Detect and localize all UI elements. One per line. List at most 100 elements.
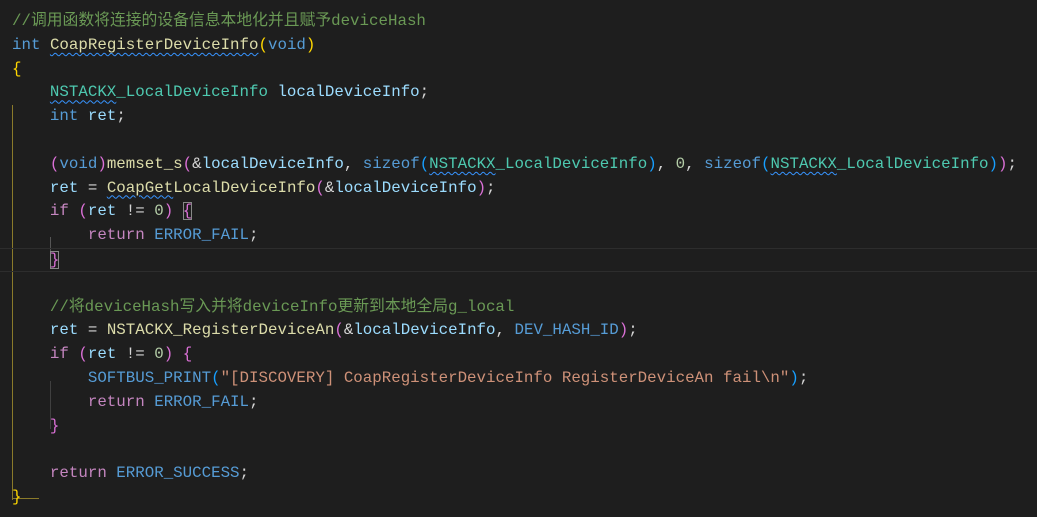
code-token: NSTACKX xyxy=(49,83,117,102)
code-line[interactable]: if (ret != 0) { xyxy=(0,343,1037,367)
code-token: memset_s xyxy=(106,154,183,173)
code-token: _LocalDeviceInfo xyxy=(495,154,648,173)
code-token: ERROR_FAIL xyxy=(154,392,250,411)
code-line[interactable]: int CoapRegisterDeviceInfo(void) xyxy=(0,34,1037,58)
code-token: } xyxy=(49,250,60,269)
code-token: _LocalDeviceInfo xyxy=(116,83,268,102)
code-token: ret xyxy=(87,345,117,364)
code-line[interactable]: { xyxy=(0,58,1037,82)
code-token: } xyxy=(12,487,22,506)
code-token: , xyxy=(343,154,363,173)
code-token: int xyxy=(49,107,79,126)
code-token: ( xyxy=(334,321,344,340)
code-token: void xyxy=(59,154,98,173)
code-token: localDeviceInfo xyxy=(201,154,344,173)
code-token: ERROR_FAIL xyxy=(154,226,250,245)
code-line[interactable]: return ERROR_FAIL; xyxy=(0,391,1037,415)
code-line[interactable]: } xyxy=(0,415,1037,439)
code-token: ) xyxy=(988,154,999,173)
code-line[interactable]: return ERROR_FAIL; xyxy=(0,224,1037,248)
code-token: NSTACKX xyxy=(770,154,837,173)
code-token: ( xyxy=(258,35,268,54)
code-token: ) xyxy=(789,368,799,387)
code-line[interactable] xyxy=(0,438,1037,462)
code-token: ; xyxy=(249,392,259,411)
code-line[interactable]: if (ret != 0) { xyxy=(0,200,1037,224)
code-token: { xyxy=(12,59,22,78)
code-token: ) xyxy=(647,154,657,173)
code-token: "[DISCOVERY] CoapRegisterDeviceInfo Regi… xyxy=(220,368,790,387)
code-token: ( xyxy=(49,154,60,173)
code-editor[interactable]: //调用函数将连接的设备信息本地化并且赋予deviceHash int CoapR… xyxy=(0,10,1037,510)
code-token: localDeviceInfo xyxy=(353,321,496,340)
code-token: ERROR_SUCCESS xyxy=(116,464,240,483)
code-token: ; xyxy=(486,178,496,197)
code-token: if xyxy=(49,345,69,364)
code-line[interactable]: return ERROR_SUCCESS; xyxy=(0,462,1037,486)
code-token: ; xyxy=(1007,154,1017,173)
code-token: ) xyxy=(163,202,174,221)
code-line[interactable]: //将deviceHash写入并将deviceInfo更新到本地全局g_loca… xyxy=(0,296,1037,320)
code-line[interactable]: ret = NSTACKX_RegisterDeviceAn(&localDev… xyxy=(0,319,1037,343)
code-token: ret xyxy=(87,202,117,221)
code-token: , xyxy=(495,321,515,340)
code-line[interactable]: } xyxy=(0,247,1037,272)
code-token: ) xyxy=(476,178,487,197)
code-token: ( xyxy=(315,178,325,197)
code-token: ) xyxy=(998,154,1008,173)
code-line[interactable]: ret = CoapGetLocalDeviceInfo(&localDevic… xyxy=(0,177,1037,201)
code-token: ( xyxy=(761,154,771,173)
code-token: ( xyxy=(182,154,193,173)
code-lines[interactable]: //调用函数将连接的设备信息本地化并且赋予deviceHash int CoapR… xyxy=(0,10,1037,510)
code-token: DEV_HASH_ID xyxy=(514,321,619,340)
code-line[interactable]: (void)memset_s(&localDeviceInfo, sizeof(… xyxy=(0,153,1037,177)
code-token: return xyxy=(87,226,145,245)
code-token: localDeviceInfo xyxy=(277,83,420,102)
code-token: ; xyxy=(628,321,638,340)
code-token: sizeof xyxy=(362,154,420,173)
code-token: LocalDeviceInfo xyxy=(173,178,316,197)
code-line[interactable]: } xyxy=(0,486,1037,510)
code-token: != xyxy=(116,202,155,221)
code-token: & xyxy=(343,321,354,340)
code-token: ) xyxy=(618,321,629,340)
code-token: 0 xyxy=(675,154,686,173)
code-token: ) xyxy=(163,345,174,364)
code-line[interactable]: int ret; xyxy=(0,105,1037,129)
code-token: 0 xyxy=(154,202,164,221)
code-line[interactable]: NSTACKX_LocalDeviceInfo localDeviceInfo; xyxy=(0,81,1037,105)
code-token: ; xyxy=(798,368,809,387)
code-token: { xyxy=(182,345,193,364)
code-token: { xyxy=(182,202,193,221)
code-token: , xyxy=(685,154,705,173)
code-token: , xyxy=(656,154,676,173)
code-token: return xyxy=(87,392,145,411)
code-token: = xyxy=(78,178,107,197)
code-token: } xyxy=(49,416,60,435)
code-token: ( xyxy=(78,345,88,364)
code-line[interactable]: //调用函数将连接的设备信息本地化并且赋予deviceHash xyxy=(0,10,1037,34)
code-line[interactable] xyxy=(0,129,1037,153)
code-line[interactable] xyxy=(0,272,1037,296)
code-token: localDeviceInfo xyxy=(334,178,477,197)
code-token: NSTACKX xyxy=(429,154,496,173)
code-line[interactable]: SOFTBUS_PRINT("[DISCOVERY] CoapRegisterD… xyxy=(0,367,1037,391)
code-token: ; xyxy=(419,83,430,102)
code-token: return xyxy=(49,464,107,483)
code-token: //将deviceHash写入并将deviceInfo更新到本地全局g_loca… xyxy=(49,297,515,316)
